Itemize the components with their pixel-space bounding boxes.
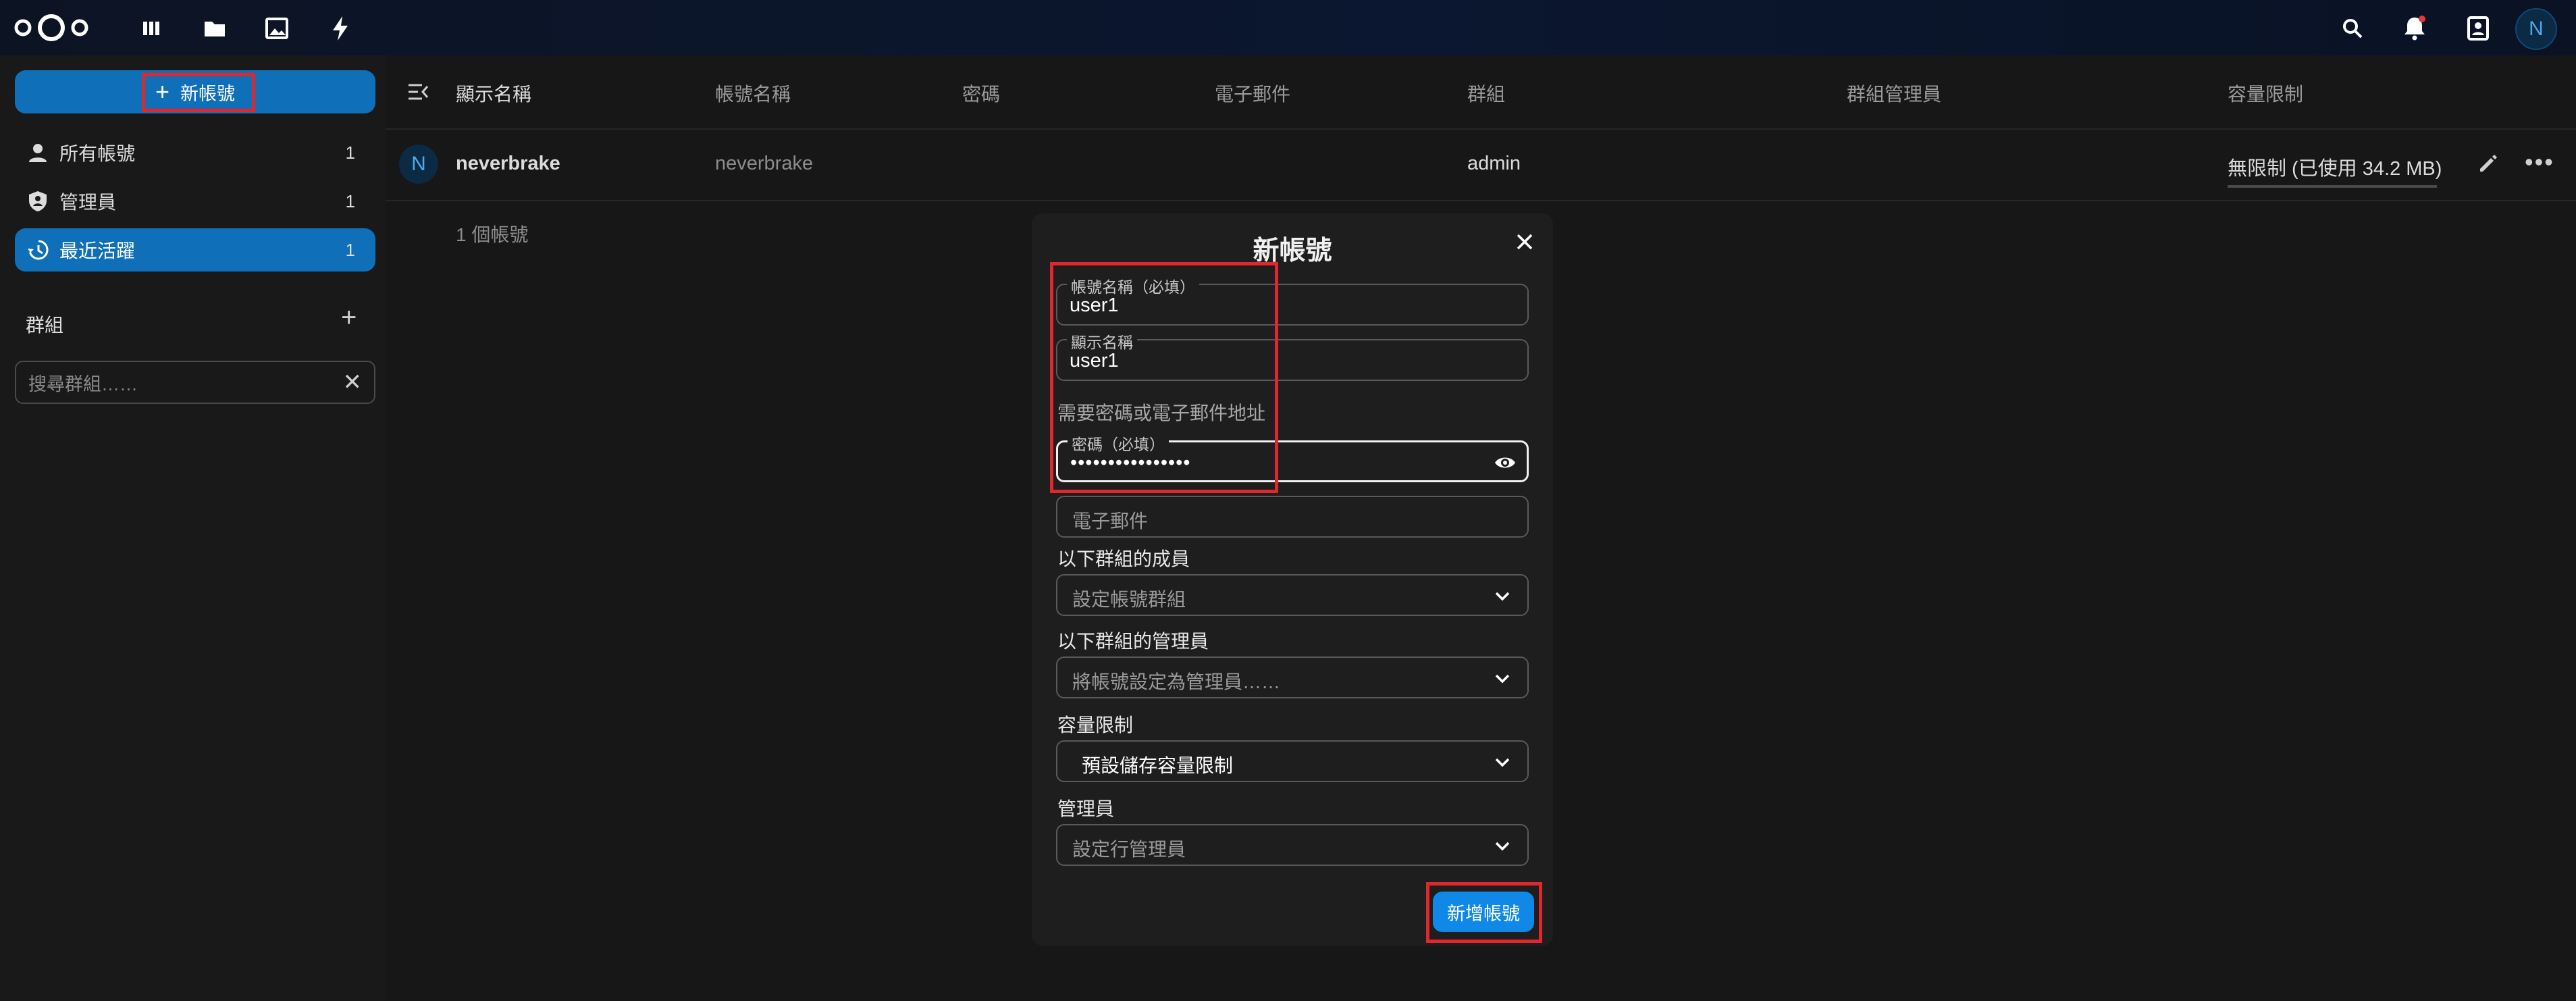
quota-bar <box>2228 185 2437 188</box>
column-header: 電子郵件 <box>1215 84 1291 105</box>
user-avatar[interactable]: N <box>2515 8 2557 50</box>
display-name-field[interactable]: 顯示名稱 user1 <box>1056 330 1529 381</box>
collapse-sidebar-icon[interactable] <box>404 78 431 105</box>
email-field[interactable]: 電子郵件 <box>1056 496 1529 538</box>
column-header: 群組管理員 <box>1847 84 1942 105</box>
password-email-hint: 需要密碼或電子郵件地址 <box>1057 403 1266 424</box>
admin-groups-select[interactable]: 將帳號設定為管理員…… <box>1056 657 1529 698</box>
close-icon[interactable] <box>1510 227 1540 257</box>
email-placeholder: 電子郵件 <box>1072 511 1149 532</box>
table-header: 顯示名稱 帳號名稱 密碼 電子郵件 群組 群組管理員 容量限制 <box>386 55 2576 130</box>
display-name-label: 顯示名稱 <box>1067 330 1137 353</box>
password-field[interactable]: 密碼（必填） •••••••••••••••• <box>1056 432 1529 482</box>
group-search-placeholder: 搜尋群組…… <box>28 374 138 394</box>
sidebar: + 新帳號 所有帳號 1 管理員 1 最近活躍 1 群組 + 搜尋群組…… ✕ <box>0 55 386 1001</box>
quota-select[interactable]: 預設儲存容量限制 <box>1056 740 1529 782</box>
sidebar-item-count: 1 <box>345 190 355 211</box>
sidebar-item-all-accounts[interactable]: 所有帳號 1 <box>15 131 375 174</box>
sidebar-item-label: 所有帳號 <box>59 143 136 164</box>
new-account-dialog: 新帳號 帳號名稱（必填） user1 顯示名稱 user1 需要密碼或電子郵件地… <box>1032 213 1553 946</box>
account-name-label: 帳號名稱（必填） <box>1067 274 1199 297</box>
photos-icon[interactable] <box>258 9 296 47</box>
display-name-cell: neverbrake <box>456 153 560 174</box>
member-groups-select[interactable]: 設定帳號群組 <box>1056 574 1529 616</box>
avatar: N <box>399 145 438 184</box>
clear-icon[interactable]: ✕ <box>343 369 363 396</box>
search-icon[interactable] <box>2334 9 2371 47</box>
contacts-icon[interactable] <box>2459 9 2497 47</box>
chevron-down-icon <box>1495 842 1510 851</box>
shield-account-icon <box>24 188 51 215</box>
plus-icon: + <box>155 78 170 105</box>
manager-placeholder: 設定行管理員 <box>1072 839 1186 860</box>
sidebar-item-count: 1 <box>345 239 355 260</box>
sidebar-item-recently-active[interactable]: 最近活躍 1 <box>15 228 375 272</box>
column-header: 密碼 <box>962 84 1001 105</box>
sidebar-item-count: 1 <box>345 142 355 163</box>
quota-cell: 無限制 (已使用 34.2 MB) <box>2228 158 2442 180</box>
chevron-down-icon <box>1495 592 1510 601</box>
member-groups-placeholder: 設定帳號群組 <box>1072 589 1186 610</box>
account-name-value: user1 <box>1070 294 1119 316</box>
sidebar-item-label: 管理員 <box>59 192 117 213</box>
person-icon <box>24 139 51 166</box>
column-header: 容量限制 <box>2228 84 2304 105</box>
accounts-count: 1 個帳號 <box>456 224 529 245</box>
group-search-input[interactable]: 搜尋群組…… ✕ <box>15 361 375 404</box>
history-icon <box>24 236 51 263</box>
dashboard-icon[interactable] <box>132 9 170 47</box>
new-account-button[interactable]: + 新帳號 <box>15 70 375 113</box>
column-header[interactable]: 顯示名稱 <box>456 80 531 107</box>
files-icon[interactable] <box>196 9 234 47</box>
table-row[interactable]: N neverbrake neverbrake admin 無限制 (已使用 3… <box>386 128 2576 201</box>
add-group-icon[interactable]: + <box>341 304 357 331</box>
top-bar: N <box>0 0 2576 55</box>
column-header: 群組 <box>1467 84 1506 105</box>
more-options-icon[interactable]: ••• <box>2525 149 2554 178</box>
member-groups-label: 以下群組的成員 <box>1057 548 1190 569</box>
new-account-label: 新帳號 <box>180 83 236 104</box>
admin-groups-label: 以下群組的管理員 <box>1057 631 1209 652</box>
display-name-value: user1 <box>1070 350 1119 371</box>
account-name-field[interactable]: 帳號名稱（必填） user1 <box>1056 274 1529 326</box>
chevron-down-icon <box>1495 674 1510 684</box>
sidebar-item-admins[interactable]: 管理員 1 <box>15 180 375 223</box>
manager-select[interactable]: 設定行管理員 <box>1056 824 1529 866</box>
chevron-down-icon <box>1495 758 1510 767</box>
account-name-cell: neverbrake <box>715 153 814 174</box>
notifications-icon[interactable] <box>2396 9 2434 47</box>
password-value: •••••••••••••••• <box>1070 452 1191 473</box>
edit-icon[interactable] <box>2473 149 2503 178</box>
sidebar-item-label: 最近活躍 <box>59 240 136 261</box>
column-header[interactable]: 帳號名稱 <box>715 80 791 107</box>
activity-icon[interactable] <box>321 9 359 47</box>
nextcloud-logo[interactable] <box>12 9 93 46</box>
groups-title: 群組 <box>26 315 64 336</box>
quota-value: 預設儲存容量限制 <box>1082 755 1234 776</box>
manager-label: 管理員 <box>1057 798 1115 819</box>
quota-label: 容量限制 <box>1057 715 1134 736</box>
admin-groups-placeholder: 將帳號設定為管理員…… <box>1072 671 1281 692</box>
password-label: 密碼（必填） <box>1068 432 1169 455</box>
dialog-title: 新帳號 <box>1253 236 1332 265</box>
groups-cell: admin <box>1467 153 1521 174</box>
show-password-icon[interactable] <box>1493 451 1517 475</box>
add-account-button[interactable]: 新增帳號 <box>1433 892 1534 932</box>
